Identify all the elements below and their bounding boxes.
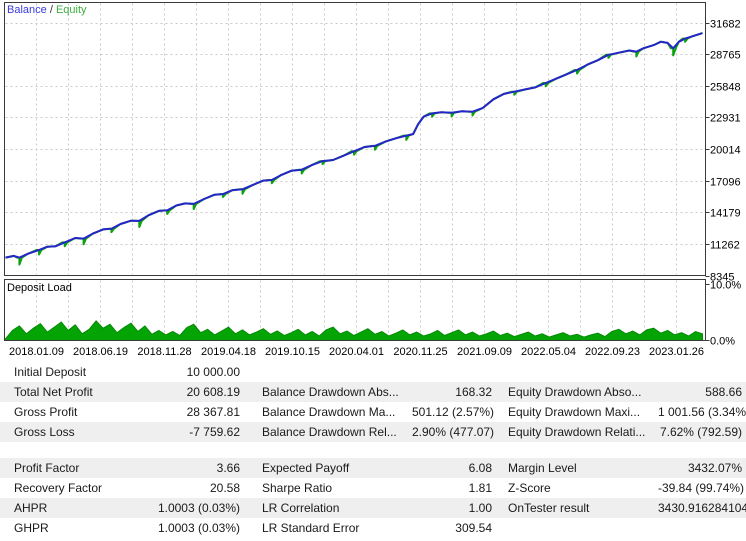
deposit-axis-label: 0.0%	[710, 336, 735, 348]
x-axis-date-label: 2019.04.18	[201, 346, 256, 358]
stat-label: Total Net Profit	[14, 385, 93, 399]
stat-label: GHPR	[14, 521, 49, 535]
stats-table: Initial Deposit 10 000.00 Total Net Prof…	[0, 362, 746, 538]
stat-value: 309.54	[455, 521, 492, 535]
stat-value: 2.90% (477.07)	[412, 425, 495, 439]
stat-label: Gross Profit	[14, 405, 78, 419]
table-row: Gross Loss -7 759.62 Balance Drawdown Re…	[0, 422, 746, 442]
stat-label: Equity Drawdown Abso...	[508, 385, 642, 399]
y-axis-label: 31682	[710, 19, 741, 31]
stat-label	[508, 518, 658, 538]
stat-label: Equity Drawdown Maxi...	[508, 405, 641, 419]
stat-value: 1.81	[468, 481, 492, 495]
stat-label: Recovery Factor	[14, 481, 103, 495]
legend-equity: Equity	[56, 4, 87, 16]
stat-value: 20 608.19	[186, 385, 240, 399]
stat-value: 28 367.81	[186, 405, 240, 419]
y-axis-label: 17096	[710, 177, 741, 189]
stat-value: 501.12 (2.57%)	[412, 405, 495, 419]
table-row: Recovery Factor 20.58 Sharpe Ratio 1.81 …	[0, 478, 746, 498]
stat-label: Balance Drawdown Abs...	[262, 385, 399, 399]
stat-label: Balance Drawdown Rel...	[262, 425, 397, 439]
x-axis-date-label: 2018.11.28	[137, 346, 191, 358]
table-row: Total Net Profit 20 608.19 Balance Drawd…	[0, 382, 746, 402]
y-axis-label: 11262	[710, 240, 740, 252]
stat-value: 168.32	[455, 385, 492, 399]
y-axis-label: 22931	[710, 113, 741, 125]
stat-label: OnTester result	[508, 501, 590, 515]
backtest-report: 31682 28765 25848 22931 20014 17096 14179 11262…	[0, 0, 746, 541]
deposit-load-label: Deposit Load	[7, 282, 72, 294]
x-axis-date-label: 2023.01.26	[649, 346, 704, 358]
stat-value: 588.66	[705, 385, 742, 399]
y-axis-label: 14179	[710, 208, 741, 220]
x-axis-date-label: 2020.04.01	[329, 346, 384, 358]
stat-value: 1.00	[468, 501, 492, 515]
table-row: AHPR 1.0003 (0.03%) LR Correlation 1.00 …	[0, 498, 746, 518]
stat-value: 6.08	[468, 461, 492, 475]
stat-label: Expected Payoff	[262, 461, 350, 475]
stat-label: Equity Drawdown Relati...	[508, 425, 646, 439]
x-axis-date-label: 2018.06.19	[73, 346, 128, 358]
stat-value: -7 759.62	[189, 425, 240, 439]
x-axis-date-label: 2022.09.23	[585, 346, 640, 358]
table-block-gap	[0, 442, 746, 458]
chart-legend: Balance / Equity	[7, 4, 87, 16]
stat-value: -39.84 (99.74%)	[658, 481, 745, 495]
x-axis-date-label: 2019.10.15	[265, 346, 320, 358]
y-axis-label: 20014	[710, 145, 741, 157]
stat-value: 3.66	[216, 461, 240, 475]
deposit-axis-label: 10.0%	[710, 280, 741, 292]
stat-label: Sharpe Ratio	[262, 481, 333, 495]
x-axis-date-label: 2021.09.09	[457, 346, 512, 358]
stat-label: LR Standard Error	[262, 521, 360, 535]
stat-label	[262, 362, 412, 382]
y-axis-label: 25848	[710, 82, 741, 94]
stat-value: 20.58	[209, 481, 240, 495]
stat-value: 1 001.56 (3.34%)	[658, 405, 746, 419]
legend-balance: Balance	[7, 4, 47, 16]
x-axis-date-label: 2018.01.09	[9, 346, 64, 358]
stat-label: Balance Drawdown Ma...	[262, 405, 396, 419]
table-row: Profit Factor 3.66 Expected Payoff 6.08 …	[0, 458, 746, 478]
stat-label: Initial Deposit	[14, 365, 87, 379]
stat-value: 7.62% (792.59)	[659, 425, 742, 439]
x-axis-date-label: 2022.05.04	[521, 346, 576, 358]
stat-value: 1.0003 (0.03%)	[157, 501, 240, 515]
stat-label: AHPR	[14, 501, 48, 515]
stat-value: 3432.07%	[687, 461, 742, 475]
stat-label: LR Correlation	[262, 501, 340, 515]
stat-value: 10 000.00	[186, 365, 240, 379]
stat-label: Gross Loss	[14, 425, 75, 439]
stat-label: Profit Factor	[14, 461, 80, 475]
stat-label	[508, 362, 658, 382]
table-row: Initial Deposit 10 000.00	[0, 362, 746, 382]
table-row: Gross Profit 28 367.81 Balance Drawdown …	[0, 402, 746, 422]
stat-label: Z-Score	[508, 481, 551, 495]
stat-value: 3430.916284104...	[658, 501, 746, 515]
stat-label: Margin Level	[508, 461, 577, 475]
stat-value	[658, 362, 742, 382]
stat-value	[412, 362, 492, 382]
stat-value	[658, 518, 742, 538]
y-axis-label: 28765	[710, 50, 741, 62]
x-axis-date-label: 2020.11.25	[393, 346, 447, 358]
table-row: GHPR 1.0003 (0.03%) LR Standard Error 30…	[0, 518, 746, 538]
balance-equity-chart[interactable]: 31682 28765 25848 22931 20014 17096 14179 11262…	[0, 0, 746, 362]
stat-value: 1.0003 (0.03%)	[157, 521, 240, 535]
